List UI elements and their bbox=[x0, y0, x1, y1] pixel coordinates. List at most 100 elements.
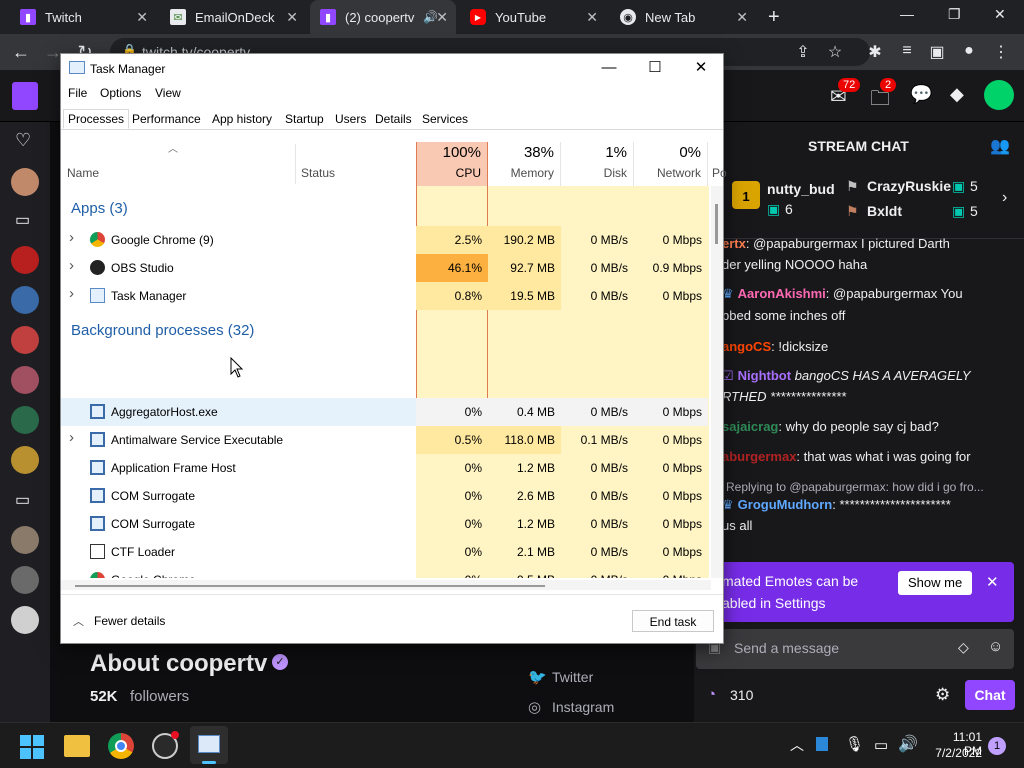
close-tab-icon[interactable]: ✕ bbox=[286, 9, 298, 26]
process-row[interactable]: › OBS Studio 46.1% 92.7 MB 0 MB/s 0.9 Mbps bbox=[61, 254, 709, 282]
maximize-button[interactable]: ☐ bbox=[632, 54, 678, 82]
taskmanager-taskbar-button[interactable] bbox=[190, 726, 228, 764]
twitter-link[interactable]: Twitter bbox=[552, 669, 593, 685]
chrome-icon[interactable] bbox=[108, 733, 134, 759]
windows-start-icon[interactable] bbox=[20, 735, 44, 759]
tab-app-history[interactable]: App history bbox=[207, 109, 277, 129]
channel-avatar[interactable] bbox=[11, 286, 39, 314]
channel-avatar[interactable] bbox=[11, 526, 39, 554]
tab-startup[interactable]: Startup bbox=[280, 109, 329, 129]
minimize-button[interactable]: — bbox=[900, 6, 914, 22]
bits-icon[interactable]: ◇ bbox=[958, 639, 969, 656]
channel-points-icon[interactable]: ◔ bbox=[707, 686, 716, 703]
microphone-icon[interactable]: 🎙 bbox=[845, 735, 864, 753]
channel-avatar[interactable] bbox=[11, 246, 39, 274]
tab-youtube[interactable]: ▶ YouTube ✕ bbox=[460, 0, 606, 34]
column-status[interactable]: Status bbox=[301, 166, 335, 180]
settings-gear-icon[interactable]: ⚙ bbox=[935, 685, 950, 705]
channel-avatar[interactable] bbox=[11, 566, 39, 594]
chat-input[interactable]: ▣ Send a message ◇ ☺ bbox=[696, 629, 1014, 669]
close-icon[interactable]: ✕ bbox=[986, 573, 999, 591]
column-cpu[interactable]: 100% CPU bbox=[416, 142, 488, 186]
close-button[interactable]: ✕ bbox=[678, 54, 724, 82]
channel-avatar[interactable] bbox=[11, 446, 39, 474]
whispers-icon[interactable]: 💬 bbox=[910, 84, 932, 105]
tab-coopertv[interactable]: ▮ (2) coopertv 🔊 ✕ bbox=[310, 0, 456, 34]
tab-details[interactable]: Details bbox=[370, 109, 417, 129]
end-task-button[interactable]: End task bbox=[632, 610, 714, 632]
expand-chevron-icon[interactable]: › bbox=[69, 229, 74, 246]
instagram-link[interactable]: Instagram bbox=[552, 699, 614, 715]
chat-username[interactable]: sajaicrag bbox=[722, 419, 778, 434]
process-row[interactable]: › Antimalware Service Executable 0.5% 118.0… bbox=[61, 426, 709, 454]
channel-avatar[interactable] bbox=[11, 168, 39, 196]
expand-chevron-icon[interactable]: › bbox=[69, 257, 74, 274]
apps-group-header[interactable]: Apps (3) bbox=[71, 200, 128, 217]
back-arrow-icon[interactable]: ← bbox=[10, 42, 32, 63]
channel-avatar[interactable] bbox=[11, 366, 39, 394]
vertical-scrollbar[interactable] bbox=[711, 186, 723, 578]
community-icon[interactable]: 👥 bbox=[990, 136, 1010, 156]
tab-emailondeck[interactable]: ✉ EmailOnDeck ✕ bbox=[160, 0, 306, 34]
leader-name[interactable]: CrazyRuskie bbox=[867, 178, 951, 194]
clock-date[interactable]: 7/2/2022 bbox=[930, 746, 982, 760]
menu-options[interactable]: Options bbox=[100, 86, 141, 100]
channel-avatar[interactable] bbox=[11, 406, 39, 434]
background-group-header[interactable]: Background processes (32) bbox=[71, 322, 254, 339]
process-row[interactable]: COM Surrogate 0% 1.2 MB 0 MB/s 0 Mbps bbox=[61, 510, 709, 538]
chat-username[interactable]: GroguMudhorn bbox=[738, 497, 833, 512]
chat-username[interactable]: aburgermax bbox=[722, 449, 796, 464]
share-icon[interactable]: ⇪ bbox=[792, 42, 814, 62]
heart-icon[interactable]: ♡ bbox=[15, 130, 31, 151]
user-avatar[interactable] bbox=[984, 80, 1014, 110]
leader-name[interactable]: nutty_bud bbox=[767, 181, 835, 197]
process-row[interactable]: Google Chrome 0%9.5 MB0 MB/s0 Mbps bbox=[61, 566, 709, 578]
media-control-icon[interactable]: ≡ bbox=[896, 42, 918, 60]
process-row[interactable]: COM Surrogate 0% 2.6 MB 0 MB/s 0 Mbps bbox=[61, 482, 709, 510]
chat-username[interactable]: Nightbot bbox=[738, 368, 791, 383]
sort-arrow-icon[interactable]: ︿ bbox=[168, 140, 178, 155]
column-memory[interactable]: 38% Memory bbox=[488, 142, 561, 186]
display-icon[interactable]: ▭ bbox=[874, 736, 888, 754]
process-row[interactable]: › Google Chrome (9) 2.5% 190.2 MB 0 MB/s 0 Mb… bbox=[61, 226, 709, 254]
volume-icon[interactable]: 🔊 bbox=[898, 734, 918, 754]
file-explorer-icon[interactable] bbox=[64, 735, 90, 757]
close-tab-icon[interactable]: ✕ bbox=[436, 9, 448, 26]
chat-username[interactable]: AaronAkishmi bbox=[738, 286, 826, 301]
vertical-scroll-thumb[interactable] bbox=[715, 204, 718, 244]
close-tab-icon[interactable]: ✕ bbox=[736, 9, 748, 26]
chat-username[interactable]: ertx bbox=[722, 236, 746, 251]
tab-users[interactable]: Users bbox=[330, 109, 371, 129]
show-me-button[interactable]: Show me bbox=[898, 571, 973, 595]
fewer-details-link[interactable]: Fewer details bbox=[94, 614, 165, 628]
process-row[interactable]: CTF Loader 0% 2.1 MB 0 MB/s 0 Mbps bbox=[61, 538, 709, 566]
tab-twitch[interactable]: ▮ Twitch ✕ bbox=[10, 0, 156, 34]
chevron-up-icon[interactable]: ︿ bbox=[73, 613, 84, 629]
tab-new-tab[interactable]: ◉ New Tab ✕ bbox=[610, 0, 756, 34]
horizontal-scrollbar[interactable] bbox=[61, 580, 711, 590]
profile-icon[interactable]: ● bbox=[958, 42, 980, 60]
extensions-icon[interactable]: ✱ bbox=[864, 42, 886, 62]
expand-chevron-icon[interactable]: › bbox=[69, 429, 74, 446]
close-window-button[interactable]: ✕ bbox=[994, 6, 1006, 23]
notification-badge[interactable]: 1 bbox=[988, 737, 1006, 755]
column-power[interactable]: Po bbox=[712, 166, 727, 180]
process-row[interactable]: › Task Manager 0.8% 19.5 MB 0 MB/s 0 Mbps bbox=[61, 282, 709, 310]
emoji-icon[interactable]: ☺ bbox=[988, 638, 1003, 655]
chat-send-button[interactable]: Chat bbox=[965, 680, 1015, 710]
column-name[interactable]: Name bbox=[67, 166, 99, 180]
close-tab-icon[interactable]: ✕ bbox=[586, 9, 598, 26]
video-camera-icon[interactable]: ▭ bbox=[15, 490, 30, 510]
new-tab-button[interactable]: + bbox=[768, 6, 780, 29]
menu-view[interactable]: View bbox=[155, 86, 181, 100]
channel-avatar[interactable] bbox=[11, 326, 39, 354]
column-disk[interactable]: 1% Disk bbox=[561, 142, 634, 186]
leader-name[interactable]: Bxldt bbox=[867, 203, 902, 219]
column-network[interactable]: 0% Network bbox=[634, 142, 708, 186]
restore-button[interactable]: ❐ bbox=[948, 6, 961, 23]
chat-username[interactable]: angoCS bbox=[722, 339, 771, 354]
horizontal-scroll-thumb[interactable] bbox=[75, 585, 545, 587]
bookmark-star-icon[interactable]: ☆ bbox=[824, 42, 846, 62]
chevron-right-icon[interactable]: › bbox=[1002, 189, 1007, 207]
tab-performance[interactable]: Performance bbox=[127, 109, 206, 129]
